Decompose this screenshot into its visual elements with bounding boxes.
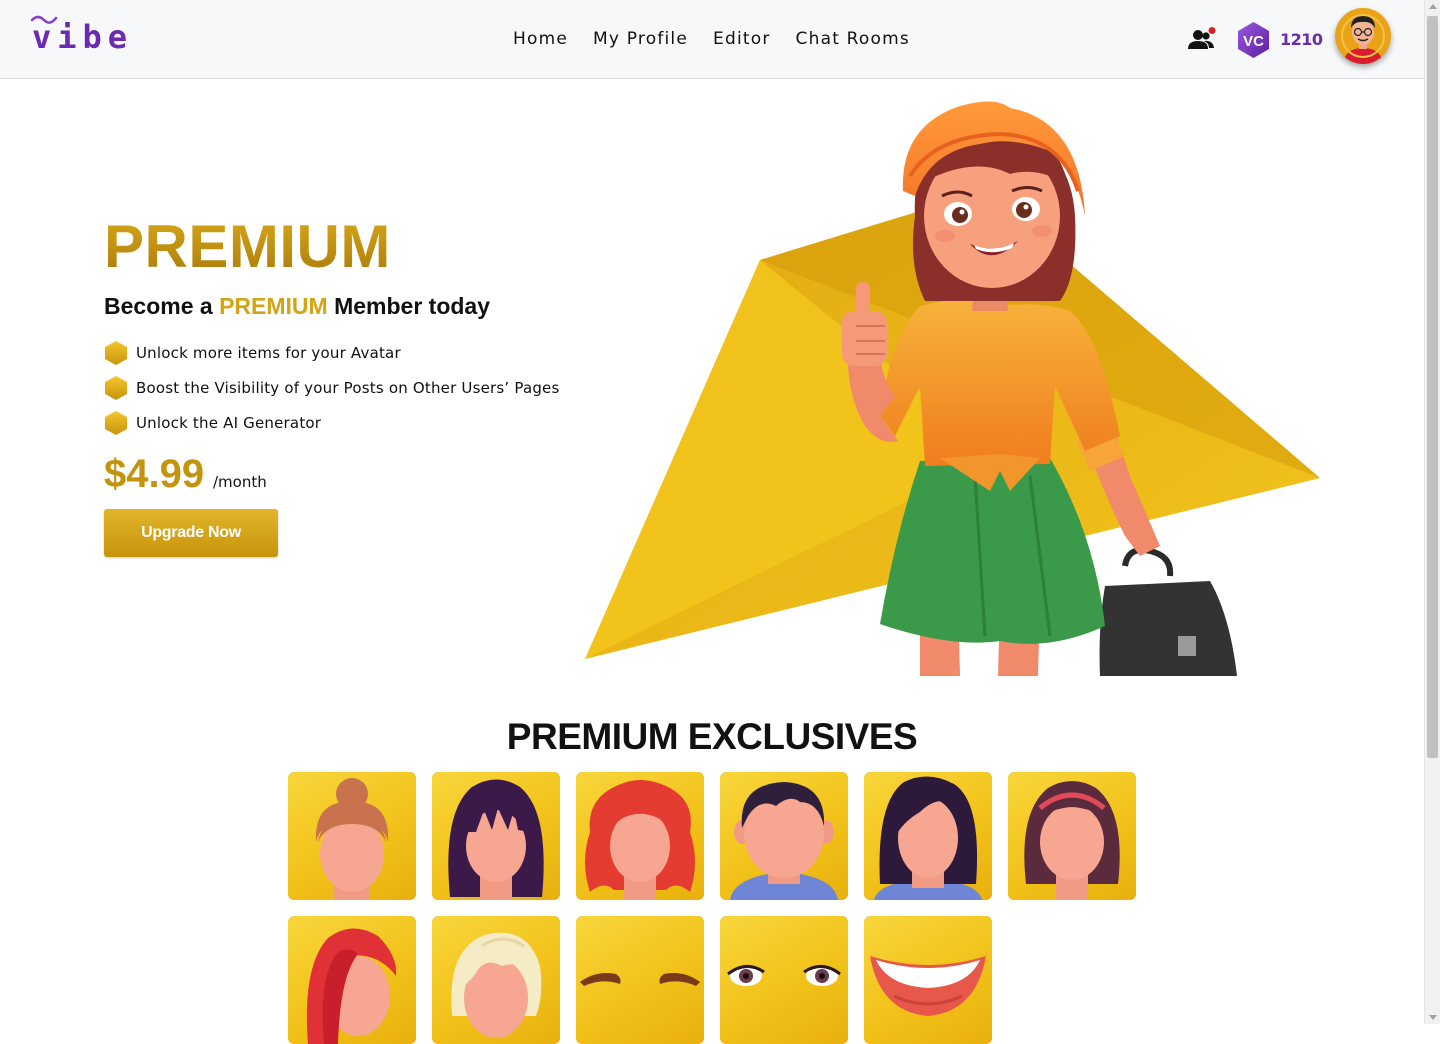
hair-red-side-icon xyxy=(306,928,397,1044)
page-scrollbar[interactable] xyxy=(1424,0,1440,1024)
exclusive-item-hair-long-bangs[interactable] xyxy=(432,772,560,900)
nav-home[interactable]: Home xyxy=(513,29,568,49)
hair-long-bangs-icon xyxy=(448,779,544,900)
eyebrows-icon xyxy=(580,973,700,986)
exclusive-item-hair-long-straight[interactable] xyxy=(864,772,992,900)
hair-headband-icon xyxy=(1024,781,1120,900)
scroll-up-arrow-icon[interactable] xyxy=(1429,4,1437,9)
gold-hexagon-icon xyxy=(105,411,127,435)
exclusives-title: PREMIUM EXCLUSIVES xyxy=(506,716,918,757)
exclusive-item-hair-red-wavy[interactable] xyxy=(576,772,704,900)
feature-text: Unlock the AI Generator xyxy=(136,414,322,432)
exclusive-item-hair-headband[interactable] xyxy=(1008,772,1136,900)
exclusive-item-eyes[interactable] xyxy=(720,916,848,1044)
exclusive-item-mouth-smile[interactable] xyxy=(864,916,992,1044)
vc-balance: 1210 xyxy=(1280,30,1323,49)
hair-red-wavy-icon xyxy=(585,780,695,900)
nav-my-profile[interactable]: My Profile xyxy=(593,29,688,49)
exclusive-item-eyebrows[interactable] xyxy=(576,916,704,1044)
svg-text:VC: VC xyxy=(1243,33,1264,50)
eyes-icon xyxy=(727,965,841,986)
hair-long-straight-icon xyxy=(874,776,982,900)
feature-item: Unlock the AI Generator xyxy=(104,410,321,436)
main-nav: Home My Profile Editor Chat Rooms xyxy=(513,29,935,49)
vc-coin-icon[interactable]: VC xyxy=(1236,21,1271,59)
nav-chat-rooms[interactable]: Chat Rooms xyxy=(796,29,910,49)
feature-text: Boost the Visibility of your Posts on Ot… xyxy=(136,379,560,397)
hero-illustration xyxy=(585,101,1320,676)
exclusive-item-hair-bun[interactable] xyxy=(288,772,416,900)
user-avatar[interactable] xyxy=(1335,8,1391,64)
scroll-thumb[interactable] xyxy=(1427,16,1438,758)
exclusive-item-hair-blonde-short[interactable] xyxy=(432,916,560,1044)
premium-price: $4.99 xyxy=(104,452,205,496)
friends-icon[interactable] xyxy=(1186,27,1216,51)
hair-bun-icon xyxy=(315,778,389,900)
handbag-icon xyxy=(1099,547,1237,676)
hair-blonde-short-icon xyxy=(451,932,542,1038)
exclusive-item-hair-short-male[interactable] xyxy=(720,772,848,900)
premium-title: PREMIUM xyxy=(104,213,391,280)
nav-editor[interactable]: Editor xyxy=(713,29,771,49)
subtitle-suffix: Member today xyxy=(327,293,491,319)
scroll-down-arrow-icon[interactable] xyxy=(1429,1015,1437,1020)
subtitle-accent: PREMIUM xyxy=(219,293,328,319)
upgrade-now-button[interactable]: Upgrade Now xyxy=(104,509,278,557)
exclusive-item-hair-red-side[interactable] xyxy=(288,916,416,1044)
price-period: /month xyxy=(213,473,267,491)
feature-text: Unlock more items for your Avatar xyxy=(136,344,401,362)
gold-hexagon-icon xyxy=(105,341,127,365)
app-logo[interactable]: vibe xyxy=(32,18,133,56)
mouth-smile-icon xyxy=(870,956,986,1016)
notification-dot xyxy=(1208,27,1216,34)
subtitle-prefix: Become a xyxy=(104,293,220,319)
feature-item: Boost the Visibility of your Posts on Ot… xyxy=(104,375,560,401)
gold-hexagon-icon xyxy=(105,376,127,400)
hair-short-male-icon xyxy=(730,782,838,900)
premium-subtitle: Become a PREMIUM Member today xyxy=(104,293,490,320)
top-nav-bar: vibe Home My Profile Editor Chat Rooms V… xyxy=(0,0,1424,79)
feature-item: Unlock more items for your Avatar xyxy=(104,340,401,366)
